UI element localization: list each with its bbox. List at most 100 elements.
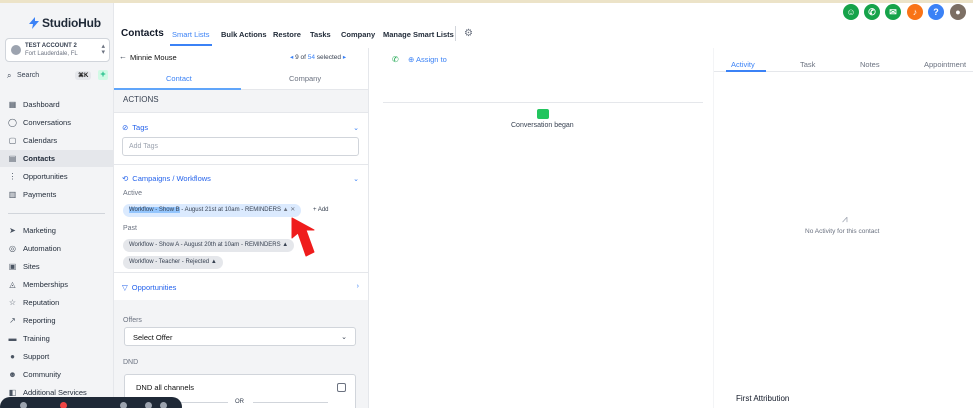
chip-text: Workflow - Teacher - Rejected: [129, 259, 210, 265]
sidebar-item-memberships[interactable]: ◬ Memberships: [0, 276, 114, 293]
chevron-down-icon: ⌄: [341, 334, 347, 341]
opportunities-icon: ⋮: [8, 172, 17, 181]
sidebar-item-marketing[interactable]: ➤ Marketing: [0, 222, 114, 239]
sidebar: StudioHub TEST ACCOUNT 2 Fort Lauderdale…: [0, 3, 114, 408]
dnd-all-label: DND all channels: [136, 383, 194, 392]
star-icon: ☆: [8, 298, 17, 307]
chevron-down-icon[interactable]: ⌄: [353, 124, 359, 132]
tab-tasks[interactable]: Tasks: [310, 30, 331, 39]
sidebar-item-support[interactable]: ● Support: [0, 348, 114, 365]
tab-bulk-actions[interactable]: Bulk Actions: [221, 30, 267, 39]
past-workflow-chip[interactable]: Workflow - Teacher - Rejected ▲: [123, 256, 223, 269]
sidebar-item-label: Additional Services: [23, 388, 87, 397]
sidebar-item-label: Community: [23, 370, 61, 379]
account-switcher[interactable]: TEST ACCOUNT 2 Fort Lauderdale, FL ▴ ▾: [5, 38, 110, 62]
sidebar-item-conversations[interactable]: ◯ Conversations: [0, 114, 114, 131]
chevron-down-icon[interactable]: ⌄: [353, 175, 359, 183]
tab-smart-lists[interactable]: Smart Lists: [172, 30, 210, 39]
tab-manage-smart-lists[interactable]: Manage Smart Lists: [383, 30, 454, 39]
page-title: Contacts: [121, 28, 164, 39]
past-label: Past: [123, 225, 138, 232]
divider: [253, 402, 328, 403]
sidebar-item-label: Support: [23, 352, 50, 361]
megaphone-icon[interactable]: ✉: [885, 4, 901, 20]
contact-name: Minnie Mouse: [130, 53, 177, 62]
contact-icon[interactable]: ☺: [843, 4, 859, 20]
phone-icon[interactable]: ✆: [864, 4, 880, 20]
quick-add-button[interactable]: +: [98, 70, 108, 80]
sidebar-item-label: Contacts: [23, 154, 56, 163]
contact-details-panel: ← Minnie Mouse ◂ 9 of 54 selected ▸ Cont…: [114, 48, 369, 408]
sidebar-item-dashboard[interactable]: ▦ Dashboard: [0, 96, 114, 113]
tab-notes[interactable]: Notes: [860, 60, 880, 69]
assign-to-button[interactable]: ⊕ Assign to: [408, 55, 447, 64]
tab-activity[interactable]: Activity: [731, 60, 755, 69]
tab-appointment[interactable]: Appointment: [924, 60, 966, 69]
video-controls-bar[interactable]: [0, 397, 182, 408]
tab-company[interactable]: Company: [341, 30, 375, 39]
sidebar-item-training[interactable]: ▬ Training: [0, 330, 114, 347]
help-icon[interactable]: ?: [928, 4, 944, 20]
offers-select[interactable]: Select Offer ⌄: [124, 327, 356, 346]
tab-company[interactable]: Company: [289, 74, 321, 83]
gear-icon[interactable]: ⚙: [464, 28, 473, 39]
avatar[interactable]: ●: [950, 4, 966, 20]
payments-icon: ▥: [8, 190, 17, 199]
reporting-icon: ↗: [9, 316, 16, 325]
chip-text: - August 21st at 10am - REMINDERS: [179, 207, 281, 213]
tab-task[interactable]: Task: [800, 60, 815, 69]
pause-icon: ▲: [280, 242, 289, 248]
opportunities-title[interactable]: ▽ Opportunities: [122, 283, 176, 292]
record-icon[interactable]: [60, 402, 67, 408]
tab-underline: [114, 88, 241, 90]
prev-icon[interactable]: ◂: [290, 54, 293, 61]
sidebar-item-label: Calendars: [23, 136, 58, 145]
active-label: Active: [123, 190, 143, 197]
sidebar-item-opportunities[interactable]: ⋮ Opportunities: [0, 168, 114, 185]
opportunities-label: Opportunities: [131, 283, 177, 292]
send-icon: ➤: [9, 226, 16, 235]
sidebar-item-sites[interactable]: ▣ Sites: [0, 258, 114, 275]
pause-icon[interactable]: ▲: [283, 207, 289, 213]
automation-icon: ◎: [9, 244, 16, 253]
search-bar[interactable]: ⌕ Search ⌘K +: [6, 70, 108, 84]
sidebar-item-label: Training: [23, 334, 50, 343]
sidebar-item-automation[interactable]: ◎ Automation: [0, 240, 114, 257]
sidebar-item-label: Automation: [23, 244, 61, 253]
chip-highlight: Workflow - Show B: [129, 207, 180, 213]
tab-restore[interactable]: Restore: [273, 30, 301, 39]
sidebar-item-community[interactable]: ☻ Community: [0, 366, 114, 383]
brand-logo[interactable]: StudioHub: [29, 16, 101, 30]
sidebar-item-reputation[interactable]: ☆ Reputation: [0, 294, 114, 311]
past-workflow-chip[interactable]: Workflow - Show A - August 20th at 10am …: [123, 239, 295, 252]
opportunities-section: ▽ Opportunities ›: [114, 272, 368, 300]
sidebar-item-contacts[interactable]: ▤ Contacts: [0, 150, 114, 167]
search-shortcut: ⌘K: [75, 71, 92, 80]
next-icon[interactable]: ▸: [343, 54, 346, 61]
filter-icon: ▽: [122, 283, 128, 292]
pause-icon: ▲: [209, 259, 217, 265]
back-arrow-icon[interactable]: ←: [119, 52, 127, 61]
tags-title[interactable]: ⊘ Tags: [122, 123, 148, 132]
sidebar-item-reporting[interactable]: ↗ Reporting: [0, 312, 114, 329]
tab-contact[interactable]: Contact: [166, 74, 192, 83]
campaigns-section: ⟲ Campaigns / Workflows ⌄ Active Workflow…: [114, 164, 368, 272]
phone-icon[interactable]: ✆: [392, 55, 399, 64]
campaigns-label: Campaigns / Workflows: [132, 174, 211, 183]
control-dot: [120, 402, 127, 408]
calendar-icon: ▢: [8, 136, 17, 145]
notification-icon[interactable]: ♪: [907, 4, 923, 20]
close-icon[interactable]: ✕: [290, 207, 295, 213]
sidebar-item-payments[interactable]: ▥ Payments: [0, 186, 114, 203]
sidebar-item-label: Opportunities: [23, 172, 68, 181]
chevron-right-icon[interactable]: ›: [357, 283, 359, 290]
sidebar-item-label: Marketing: [23, 226, 56, 235]
tags-input[interactable]: Add Tags: [122, 137, 359, 156]
sidebar-item-calendars[interactable]: ▢ Calendars: [0, 132, 114, 149]
tags-placeholder: Add Tags: [129, 143, 159, 150]
campaigns-title[interactable]: ⟲ Campaigns / Workflows: [122, 174, 211, 183]
active-workflow-chip[interactable]: Workflow - Show B - August 21st at 10am …: [123, 204, 302, 217]
dnd-all-checkbox[interactable]: [337, 383, 346, 392]
support-icon: ●: [10, 352, 15, 361]
add-workflow-button[interactable]: + Add: [313, 207, 329, 213]
